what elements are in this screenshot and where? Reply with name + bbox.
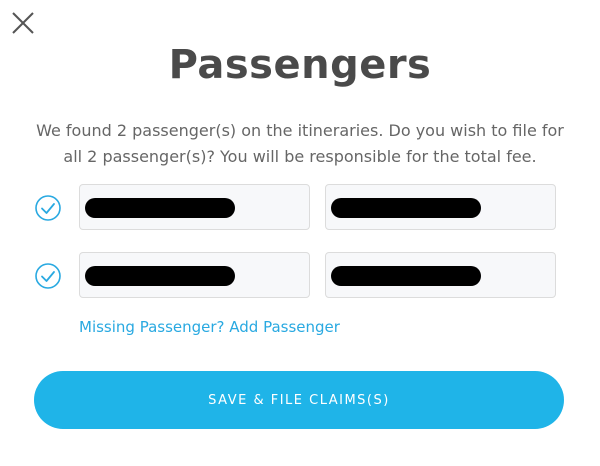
passenger-row <box>0 184 600 232</box>
dialog-title: Passengers <box>168 42 432 88</box>
last-name-field[interactable] <box>325 252 556 298</box>
redacted-value <box>85 198 235 218</box>
first-name-field[interactable] <box>79 252 310 298</box>
last-name-field[interactable] <box>325 184 556 230</box>
passenger-row <box>0 252 600 300</box>
save-file-claims-button[interactable]: SAVE & FILE CLAIMS(S) <box>34 371 564 429</box>
close-icon[interactable] <box>8 8 38 38</box>
redacted-value <box>331 266 481 286</box>
redacted-value <box>331 198 481 218</box>
add-passenger-link[interactable]: Missing Passenger? Add Passenger <box>79 318 340 336</box>
save-button-label: SAVE & FILE CLAIMS(S) <box>208 392 390 408</box>
checkbox-checked-icon[interactable] <box>34 194 62 222</box>
redacted-value <box>85 266 235 286</box>
checkbox-checked-icon[interactable] <box>34 262 62 290</box>
dialog-message: We found 2 passenger(s) on the itinerari… <box>36 121 564 166</box>
first-name-field[interactable] <box>79 184 310 230</box>
